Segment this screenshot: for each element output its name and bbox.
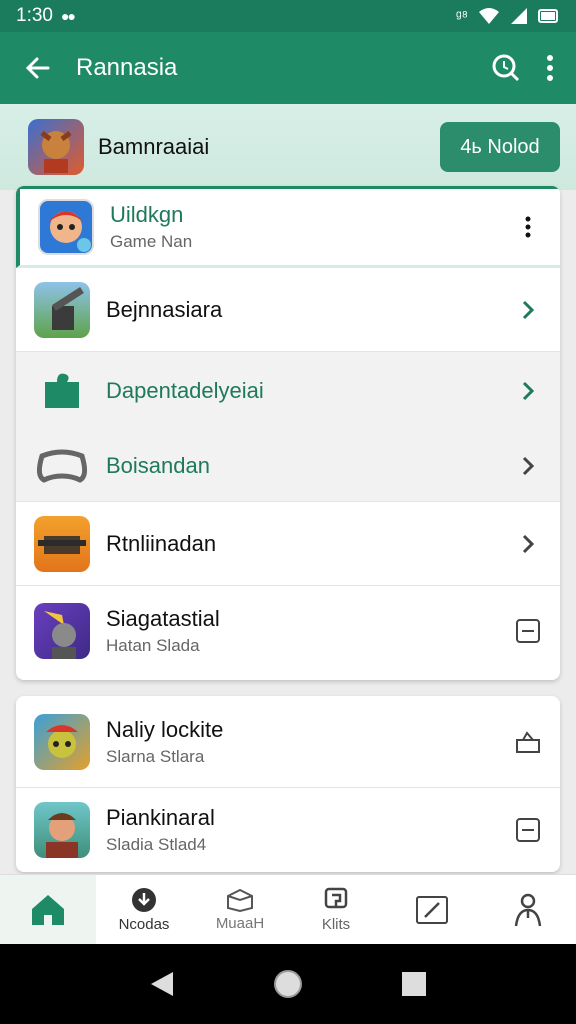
list-item[interactable]: Piankinaral Sladia Stlad4	[16, 788, 560, 872]
featured-banner: Bamnraaiai 4ь Nolod	[0, 104, 576, 190]
minus-box-icon[interactable]	[515, 817, 541, 843]
nav-kits[interactable]: Klits	[288, 875, 384, 944]
nav-library[interactable]: MuaaH	[192, 875, 288, 944]
notification-icons: ●●	[60, 8, 76, 24]
chevron-right-icon	[522, 381, 535, 401]
nav-downloads[interactable]: Ncodas	[96, 875, 192, 944]
app-icon	[38, 199, 94, 255]
chevron-right-icon	[522, 456, 535, 475]
app-icon	[34, 713, 90, 770]
app-subtitle: Slarna Stlara	[106, 746, 205, 766]
wifi-icon	[479, 8, 499, 24]
home-icon	[32, 894, 64, 925]
box-icon	[227, 888, 253, 912]
list-item[interactable]: Boisandan	[16, 430, 560, 502]
edit-icon	[416, 895, 448, 924]
system-home-icon[interactable]	[273, 969, 303, 999]
chevron-right-icon	[522, 534, 535, 553]
signal-label: ᵍ⁸	[456, 7, 468, 25]
nav-label: Ncodas	[118, 915, 170, 933]
battery-icon	[538, 9, 558, 23]
minus-box-icon[interactable]	[515, 618, 541, 644]
status-bar: 1:30 ●● ᵍ⁸	[0, 0, 576, 32]
app-list-card-2: Naliy lockite Slarna Stlara Piankinaral …	[16, 696, 560, 872]
download-icon	[132, 887, 156, 912]
app-icon	[34, 515, 90, 572]
search-icon[interactable]	[490, 52, 522, 84]
item-more-button[interactable]	[514, 216, 542, 238]
app-subtitle: Sladia Stlad4	[106, 835, 207, 854]
list-item[interactable]: Naliy lockite Slarna Stlara	[16, 696, 560, 788]
more-vert-icon	[525, 216, 531, 238]
app-list-card: Uildkgn Game Nan Bejnnasiara Dapentadely…	[16, 186, 560, 680]
nav-edit[interactable]	[384, 875, 480, 944]
back-button[interactable]	[0, 54, 76, 82]
list-item[interactable]: Uildkgn Game Nan	[16, 186, 560, 268]
app-name: Boisandan	[106, 452, 210, 478]
app-name: Bejnnasiara	[106, 296, 223, 322]
back-arrow-icon	[25, 57, 50, 79]
app-bar: Rannasia	[0, 32, 576, 104]
bottom-navigation: Ncodas MuaaH Klits	[0, 874, 576, 944]
banner-app-icon	[28, 119, 84, 175]
app-icon	[34, 281, 90, 338]
nav-label: MuaaH	[215, 914, 265, 932]
app-name: Naliy lockite	[106, 716, 224, 742]
nav-profile[interactable]	[480, 875, 576, 944]
puzzle-icon	[34, 363, 90, 419]
person-icon	[514, 893, 542, 926]
status-time: 1:30	[16, 5, 53, 26]
app-name: Siagatastial	[106, 606, 220, 631]
banner-action-button[interactable]: 4ь Nolod	[440, 122, 560, 172]
app-icon	[34, 802, 90, 858]
more-vert-icon[interactable]	[546, 54, 554, 82]
app-name: Rtnliinadan	[106, 530, 217, 556]
banner-title: Bamnraaiai	[98, 134, 210, 159]
shield-icon	[324, 887, 348, 908]
chevron-right-icon	[522, 300, 535, 319]
list-item[interactable]: Rtnliinadan	[16, 502, 560, 586]
app-name: Piankinaral	[106, 805, 215, 830]
app-name: Dapentadelyeiai	[106, 378, 264, 403]
list-item[interactable]: Siagatastial Hatan Slada	[16, 586, 560, 676]
app-icon	[34, 603, 90, 659]
nav-label: Klits	[321, 915, 351, 933]
gamepad-icon	[34, 438, 90, 494]
app-subtitle: Hatan Slada	[106, 636, 200, 655]
page-title: Rannasia	[76, 54, 178, 81]
list-item[interactable]: Bejnnasiara	[16, 268, 560, 352]
cell-signal-icon	[511, 8, 527, 24]
system-navigation-bar	[0, 944, 576, 1024]
bag-icon[interactable]	[515, 730, 541, 754]
system-back-icon[interactable]	[149, 970, 175, 998]
app-subtitle: Game Nan	[110, 232, 193, 251]
list-item[interactable]: Dapentadelyeiai	[16, 352, 560, 430]
system-recents-icon[interactable]	[401, 971, 427, 997]
app-name: Uildkgn	[110, 202, 184, 227]
nav-home[interactable]	[0, 875, 96, 944]
